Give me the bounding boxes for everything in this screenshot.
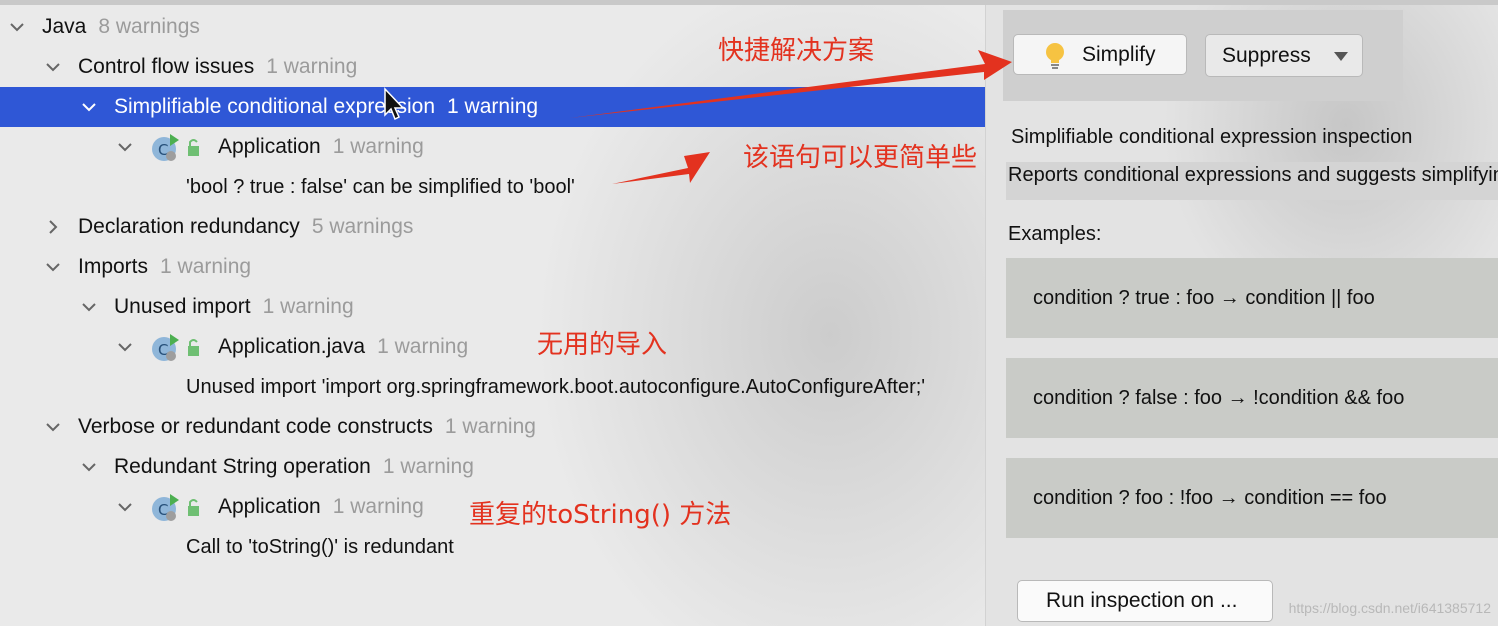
inspection-description: Reports conditional expressions and sugg… xyxy=(1008,164,1498,186)
simplify-label: Simplify xyxy=(1082,42,1156,66)
chevron-down-icon[interactable] xyxy=(78,96,100,118)
example-code-block: condition ? foo : !foo → condition == fo… xyxy=(1006,458,1498,538)
warning-count: 1 warning xyxy=(377,335,469,358)
node-label: Declaration redundancy xyxy=(78,215,300,238)
node-label: Redundant String operation xyxy=(114,455,371,478)
node-label: Imports xyxy=(78,255,149,278)
example-code-block: condition ? false : foo → !condition && … xyxy=(1006,358,1498,438)
chevron-down-icon[interactable] xyxy=(114,496,136,518)
watermark: https://blog.csdn.net/i641385712 xyxy=(1288,600,1491,616)
warning-count: 1 warning xyxy=(160,255,252,278)
warning-count: 5 warnings xyxy=(311,215,414,238)
examples-heading: Examples: xyxy=(1008,223,1102,245)
chevron-down-icon[interactable] xyxy=(42,416,64,438)
mouse-pointer-icon xyxy=(384,87,405,121)
suppress-dropdown-button[interactable]: Suppress xyxy=(1205,34,1363,77)
tree-node-verbose-redundant-code[interactable]: Verbose or redundant code constructs 1 w… xyxy=(0,407,985,447)
tree-leaf-problem[interactable]: Call to 'toString()' is redundant xyxy=(0,527,985,567)
annotation-quick-fix: 快捷解决方案 xyxy=(718,36,875,66)
chevron-down-icon[interactable] xyxy=(78,456,100,478)
warning-count: 1 warning xyxy=(382,455,474,478)
node-label: Control flow issues xyxy=(78,55,255,78)
annotation-tostring: 重复的toString() 方法 xyxy=(469,500,732,530)
java-class-run-icon: C xyxy=(150,332,206,362)
warning-count: 1 warning xyxy=(444,415,536,438)
node-label: Application xyxy=(218,135,321,158)
chevron-down-icon[interactable] xyxy=(78,296,100,318)
lightbulb-icon xyxy=(1046,43,1064,69)
chevron-down-icon[interactable] xyxy=(42,256,64,278)
warning-count: 1 warning xyxy=(262,295,354,318)
problem-description: 'bool ? true : false' can be simplified … xyxy=(186,175,575,198)
suppress-label: Suppress xyxy=(1222,43,1311,67)
tree-node-unused-import[interactable]: Unused import 1 warning xyxy=(0,287,985,327)
tree-node-declaration-redundancy[interactable]: Declaration redundancy 5 warnings xyxy=(0,207,985,247)
chevron-down-icon[interactable] xyxy=(42,56,64,78)
annotation-unused-import: 无用的导入 xyxy=(537,330,668,360)
chevron-down-icon[interactable] xyxy=(114,136,136,158)
warning-count: 1 warning xyxy=(332,495,424,518)
tree-node-simplifiable-conditional-expression[interactable]: Simplifiable conditional expression 1 wa… xyxy=(0,87,985,127)
tree-leaf-problem[interactable]: Unused import 'import org.springframewor… xyxy=(0,367,985,407)
tree-node-application-java[interactable]: C Application.java 1 warning xyxy=(0,327,985,367)
chevron-down-icon[interactable] xyxy=(6,16,28,38)
warning-count: 1 warning xyxy=(332,135,424,158)
node-label: Unused import xyxy=(114,295,251,318)
java-class-run-icon: C xyxy=(150,492,206,522)
chevron-right-icon[interactable] xyxy=(42,216,64,238)
node-label: Java xyxy=(42,15,87,38)
java-class-run-icon: C xyxy=(150,132,206,162)
inspection-results-tree[interactable]: Java 8 warnings Control flow issues 1 wa… xyxy=(0,5,985,626)
node-label: Verbose or redundant code constructs xyxy=(78,415,433,438)
quick-fix-toolbar: Simplify Suppress xyxy=(1003,10,1403,101)
node-label: Application xyxy=(218,495,321,518)
example-code-block: condition ? true : foo → condition || fo… xyxy=(1006,258,1498,338)
node-label: Application.java xyxy=(218,335,366,358)
chevron-down-icon[interactable] xyxy=(114,336,136,358)
inspection-details-panel: Simplify Suppress Simplifiable condition… xyxy=(985,5,1498,626)
run-inspection-button[interactable]: Run inspection on ... xyxy=(1017,580,1273,622)
tree-node-imports[interactable]: Imports 1 warning xyxy=(0,247,985,287)
problem-description: Unused import 'import org.springframewor… xyxy=(186,375,926,398)
simplify-button[interactable]: Simplify xyxy=(1013,34,1187,75)
annotation-simpler: 该语句可以更简单些 xyxy=(743,143,978,173)
warning-count: 1 warning xyxy=(266,55,358,78)
problem-description: Call to 'toString()' is redundant xyxy=(186,535,454,558)
warning-count: 8 warnings xyxy=(98,15,200,38)
tree-node-redundant-string-operation[interactable]: Redundant String operation 1 warning xyxy=(0,447,985,487)
dropdown-arrow-icon xyxy=(1334,52,1348,61)
inspection-title: Simplifiable conditional expression insp… xyxy=(1011,126,1413,148)
warning-count: 1 warning xyxy=(447,95,539,118)
